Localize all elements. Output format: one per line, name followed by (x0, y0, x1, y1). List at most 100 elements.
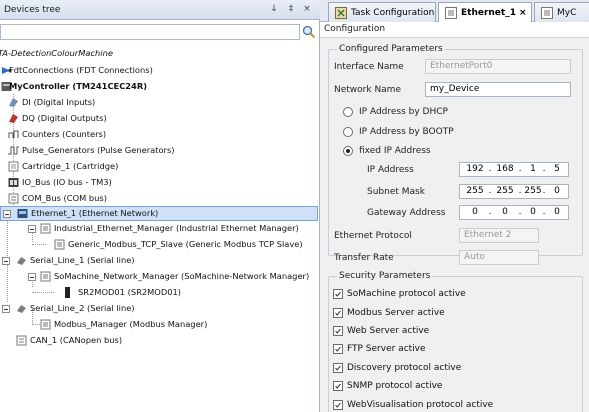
dhcp-label: IP Address by DHCP (359, 107, 448, 117)
io-bus-icon (8, 178, 19, 187)
configuration-content: Configured Parameters Interface Name Eth… (320, 37, 589, 412)
tab-label: Task Configuration (351, 8, 435, 18)
collapse-icon[interactable] (2, 305, 10, 313)
tree-node-label: Modbus_Manager (Modbus Manager) (54, 319, 208, 329)
configuration-tab-label: Configuration (324, 24, 386, 34)
tree-node-io-bus[interactable]: IO_Bus (IO bus - TM3) (0, 176, 300, 189)
tree-node-di[interactable]: DI (Digital Inputs) (0, 96, 300, 109)
tree-line (32, 292, 54, 293)
tree-node-counters[interactable]: Counters (Counters) (0, 128, 300, 141)
modbus-slave-icon (54, 239, 65, 250)
tree-line (32, 324, 40, 325)
gateway-octet: 0 (502, 207, 508, 217)
tab-task-configuration[interactable]: Task Configuration (328, 2, 436, 22)
pulse-generators-icon (8, 146, 19, 155)
bootp-label: IP Address by BOOTP (359, 127, 454, 137)
tree-node-label: Serial_Line_1 (Serial line) (30, 255, 135, 265)
tree-node-industrial-ethernet-manager[interactable]: Industrial_Ethernet_Manager (Industrial … (0, 222, 318, 235)
gateway-octet: 0 (554, 207, 560, 217)
tree-node-label: Counters (Counters) (22, 129, 107, 139)
tree-node-label: Generic_Modbus_TCP_Slave (Generic Modbus… (68, 239, 303, 249)
tree-node-label: TA-DetectionColourMachine (0, 48, 113, 58)
ip-separator: . (488, 207, 492, 217)
network-name-label: Network Name (334, 85, 401, 95)
subnet-mask-label: Subnet Mask (367, 187, 425, 197)
subnet-mask-field[interactable]: 255 . 255 . 255 . 0 (459, 184, 569, 199)
tree-node-com-bus[interactable]: COM_Bus (COM bus) (0, 192, 300, 205)
tree-node-serial-line-2[interactable]: Serial_Line_2 (Serial line) (0, 302, 318, 315)
ip-address-label: IP Address (367, 165, 414, 175)
mask-octet: 0 (554, 186, 560, 196)
gateway-octet: 0 (472, 207, 478, 217)
device-icon (445, 7, 457, 19)
tree-node-ethernet[interactable]: Ethernet_1 (Ethernet Network) (0, 206, 318, 221)
tab-mycontroller[interactable]: MyC (534, 2, 589, 22)
tree-node-dq[interactable]: DQ (Digital Outputs) (0, 112, 300, 125)
devices-tree-header: Devices tree ↓ ‡ × (0, 0, 320, 20)
somachine-protocol-label: SoMachine protocol active (347, 289, 466, 299)
tree-node-generic-modbus-tcp-slave[interactable]: Generic_Modbus_TCP_Slave (Generic Modbus… (0, 238, 318, 251)
ethernet-icon (17, 209, 28, 218)
tree-search-input[interactable] (0, 24, 300, 40)
checkbox-somachine-protocol[interactable] (333, 289, 343, 299)
devices-tree-title: Devices tree (4, 5, 61, 15)
dhcp-radio[interactable] (343, 107, 353, 117)
tree-node-project[interactable]: TA-DetectionColourMachine (0, 47, 300, 60)
configured-parameters-group: Configured Parameters Interface Name Eth… (328, 44, 583, 265)
mask-octet: 255 (496, 186, 514, 196)
tree-node-label: COM_Bus (COM bus) (22, 193, 107, 203)
checkbox-modbus-server[interactable] (333, 308, 343, 318)
tab-configuration[interactable]: Configuration (320, 22, 589, 37)
com-bus-icon (8, 193, 19, 204)
tree-node-label: FdtConnections (FDT Connections) (9, 65, 153, 75)
tree-node-pulse-generators[interactable]: Pulse_Generators (Pulse Generators) (0, 144, 300, 157)
tree-node-somachine-network-manager[interactable]: SoMachine_Network_Manager (SoMachine-Net… (0, 270, 318, 283)
ip-separator: . (488, 164, 492, 174)
manager-icon (40, 319, 51, 330)
collapse-icon[interactable] (3, 210, 11, 218)
manager-icon (40, 223, 51, 234)
tree-node-can-1[interactable]: CAN_1 (CANopen bus) (0, 334, 318, 347)
security-parameters-title: Security Parameters (337, 271, 433, 281)
collapse-icon[interactable] (2, 257, 10, 265)
fixed-ip-radio[interactable] (343, 146, 353, 156)
tree-node-sr2mod01[interactable]: SR2MOD01 (SR2MOD01) (0, 286, 318, 299)
discovery-protocol-label: Discovery protocol active (347, 363, 462, 373)
panel-menu-icon[interactable]: ↓ (269, 4, 279, 15)
ip-address-field[interactable]: 192 . 168 . 1 . 5 (459, 162, 569, 177)
configured-parameters-title: Configured Parameters (337, 44, 445, 54)
editor-panel: Task Configuration Ethernet_1 × MyC Conf… (320, 0, 589, 412)
tab-ethernet-1[interactable]: Ethernet_1 × (438, 2, 532, 23)
transfer-rate-field: Auto (459, 250, 539, 265)
cartridge-icon (8, 161, 19, 172)
tree-node-fdt-connections[interactable]: FdtConnections (FDT Connections) (0, 64, 300, 77)
tree-node-label: Pulse_Generators (Pulse Generators) (22, 145, 175, 155)
collapse-icon[interactable] (28, 273, 36, 281)
checkbox-ftp-server[interactable] (333, 344, 343, 354)
pin-icon[interactable]: ‡ (286, 4, 296, 15)
serial-line-icon (17, 257, 26, 265)
interface-name-field: EthernetPort0 (425, 59, 571, 74)
tree-node-serial-line-1[interactable]: Serial_Line_1 (Serial line) (0, 254, 318, 267)
tree-node-label: IO_Bus (IO bus - TM3) (22, 177, 112, 187)
checkbox-web-server[interactable] (333, 326, 343, 336)
checkbox-webvisualisation-protocol[interactable] (333, 400, 343, 410)
search-icon[interactable] (302, 25, 316, 39)
web-server-label: Web Server active (347, 326, 430, 336)
network-name-field[interactable]: my_Device (425, 82, 571, 97)
close-tab-icon[interactable]: × (519, 4, 527, 22)
webvisualisation-protocol-label: WebVisualisation protocol active (347, 400, 494, 410)
tree-node-cartridge[interactable]: Cartridge_1 (Cartridge) (0, 160, 300, 173)
fixed-ip-label: fixed IP Address (359, 146, 431, 156)
tree-node-controller[interactable]: MyController (TM241CEC24R) (0, 80, 300, 93)
tree-node-modbus-manager[interactable]: Modbus_Manager (Modbus Manager) (0, 318, 318, 331)
checkbox-discovery-protocol[interactable] (333, 363, 343, 373)
gateway-address-field[interactable]: 0 . 0 . 0 . 0 (459, 205, 569, 220)
collapse-icon[interactable] (28, 225, 36, 233)
snmp-protocol-label: SNMP protocol active (347, 381, 443, 391)
tree-node-label: CAN_1 (CANopen bus) (30, 335, 123, 345)
bootp-radio[interactable] (343, 127, 353, 137)
checkbox-snmp-protocol[interactable] (333, 381, 343, 391)
serial-line-icon (17, 305, 26, 313)
close-panel-icon[interactable]: × (302, 4, 312, 15)
